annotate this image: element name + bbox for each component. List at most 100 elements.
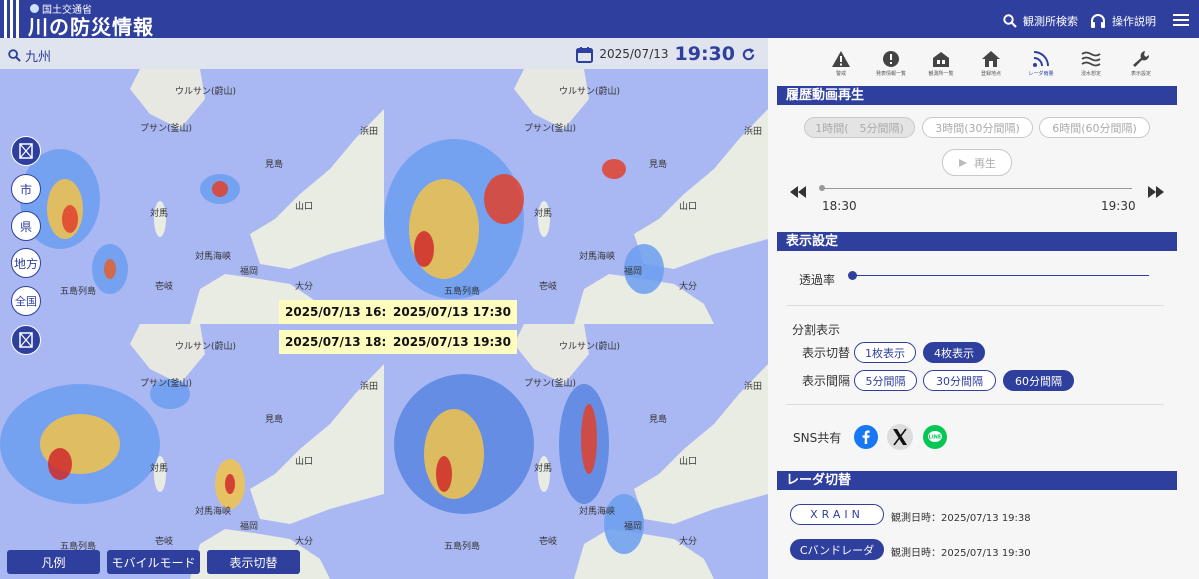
map-place-label: 浜田	[360, 381, 378, 392]
opacity-label: 透過率	[799, 273, 836, 287]
four-view-button[interactable]: 4枚表示	[923, 342, 985, 363]
layer-toggle-icon[interactable]	[11, 136, 41, 166]
mobile-mode-button[interactable]: モバイルモード	[107, 550, 200, 574]
map-place-label: ウルサン(蔚山)	[559, 85, 620, 97]
alert-circle-icon	[883, 51, 899, 67]
home-icon	[982, 51, 1000, 67]
play-button[interactable]: 再生	[942, 149, 1012, 176]
interval-60min-button[interactable]: 60分間隔	[1003, 370, 1074, 391]
legend-button[interactable]: 凡例	[7, 550, 100, 574]
single-view-button[interactable]: 1枚表示	[854, 342, 916, 363]
range-6h-button[interactable]: 6時間(60分間隔)	[1039, 117, 1150, 138]
map-place-label: プサン(釜山)	[524, 122, 576, 134]
tsushima-island	[538, 201, 550, 237]
map-place-label: 対馬	[150, 207, 168, 219]
current-date: 2025/07/13	[599, 47, 669, 61]
radar-panel-2[interactable]: ウルサン(蔚山) プサン(釜山) 見島 浜田 山口 対馬 対馬海峡 壱岐 福岡 大分 五島列島	[384, 69, 768, 324]
radar-map-svg: ウルサン(蔚山)プサン(釜山)見島浜田山口対馬対馬海峡壱岐福岡大分五島列島	[384, 69, 768, 324]
range-3h-button[interactable]: 3時間(30分間隔)	[922, 117, 1033, 138]
zoom-city-button[interactable]: 市	[11, 174, 41, 204]
radar-panel-1[interactable]: ウルサン(蔚山) プサン(釜山) 見島 浜田 山口 対馬 対馬海峡 壱岐 福岡 大分 五島列島	[0, 69, 384, 324]
map-place-label: 浜田	[360, 126, 378, 137]
map-place-label: 見島	[265, 158, 283, 170]
rain-echo	[104, 259, 116, 279]
site-title[interactable]: 川の防災情報	[28, 11, 154, 40]
opacity-slider-track[interactable]	[850, 275, 1149, 276]
radar-map-svg: ウルサン(蔚山)プサン(釜山)見島浜田山口対馬対馬海峡壱岐福岡大分五島列島	[0, 324, 384, 579]
facebook-icon[interactable]	[854, 425, 878, 449]
radar-panel-3[interactable]: ウルサン(蔚山) プサン(釜山) 見島 浜田 山口 対馬 対馬海峡 壱岐 福岡 大分 五島列島	[0, 324, 384, 579]
x-twitter-icon[interactable]	[887, 424, 913, 450]
help-button[interactable]: 操作説明	[1090, 13, 1156, 29]
cband-radar-button[interactable]: Cバンドレーダ	[790, 539, 884, 560]
datetime-display: 2025/07/13 19:30	[576, 43, 756, 65]
line-icon[interactable]: LINE	[923, 425, 947, 449]
registered-point-tool[interactable]: 登録地点	[966, 50, 1016, 77]
rain-echo	[48, 448, 72, 480]
timeline-end-time: 19:30	[1101, 199, 1136, 213]
display-settings-tool[interactable]: 表示設定	[1116, 50, 1166, 77]
radar-panel-4[interactable]: ウルサン(蔚山) プサン(釜山) 見島 浜田 山口 対馬 対馬海峡 壱岐 福岡 大分 五島列島	[384, 324, 768, 579]
zoom-region-button[interactable]: 地方	[11, 248, 41, 278]
headset-icon	[1091, 14, 1105, 28]
app-header: 国土交通省 川の防災情報 観測所検索 操作説明	[0, 0, 1199, 40]
interval-30min-button[interactable]: 30分間隔	[923, 370, 996, 391]
rain-echo	[581, 404, 597, 474]
region-search[interactable]: 九州	[8, 46, 51, 65]
map-place-label: 山口	[295, 201, 313, 212]
map-place-label: 大分	[679, 535, 697, 547]
map-place-label: 浜田	[744, 126, 762, 137]
map-place-label: 五島列島	[444, 285, 480, 297]
timeline-track[interactable]	[821, 188, 1132, 189]
fast-forward-icon[interactable]	[1148, 186, 1164, 198]
map-place-label: プサン(釜山)	[524, 377, 576, 389]
opacity-slider-handle[interactable]	[848, 271, 857, 280]
map-place-label: 壱岐	[539, 535, 557, 547]
search-icon	[8, 49, 21, 62]
flood-assumption-tool[interactable]: 浸水想定	[1066, 50, 1116, 77]
announcement-tool[interactable]: 発表情報一覧	[866, 50, 916, 77]
waves-icon	[1081, 51, 1101, 67]
map-place-label: ウルサン(蔚山)	[559, 340, 620, 352]
map-place-label: 浜田	[744, 381, 762, 392]
map-place-label: 対馬海峡	[579, 505, 615, 517]
display-section-header: 表示設定	[777, 232, 1177, 251]
region-name: 九州	[25, 50, 52, 65]
map-place-label: 壱岐	[155, 280, 173, 292]
map-area[interactable]: 九州 2025/07/13 19:30 ウルサン(蔚山) プサン(釜山) 見島 浜田山…	[0, 38, 768, 579]
rewind-icon[interactable]	[790, 186, 806, 198]
refresh-icon[interactable]	[741, 47, 756, 62]
hamburger-menu-icon[interactable]	[1173, 14, 1189, 26]
map-place-label: 対馬	[534, 462, 552, 474]
radar-map-svg: ウルサン(蔚山)プサン(釜山)見島浜田山口対馬対馬海峡壱岐福岡大分五島列島	[384, 324, 768, 579]
map-place-label: プサン(釜山)	[140, 122, 192, 134]
map-place-label: 見島	[649, 413, 667, 425]
radar-icon	[1033, 51, 1049, 67]
station-search-button[interactable]: 観測所検索	[1003, 13, 1078, 29]
rain-echo	[424, 409, 484, 499]
map-place-label: 五島列島	[444, 540, 480, 552]
logo-stripes	[4, 0, 22, 38]
timeline-handle[interactable]	[819, 185, 825, 191]
display-switch-button[interactable]: 表示切替	[207, 550, 300, 574]
zoom-prefecture-button[interactable]: 県	[11, 211, 41, 241]
calendar-icon[interactable]	[576, 46, 594, 63]
zoom-nation-button[interactable]: 全国	[11, 286, 41, 316]
map-place-label: 対馬	[150, 462, 168, 474]
map-place-label: ウルサン(蔚山)	[175, 85, 236, 97]
map-place-label: 壱岐	[155, 535, 173, 547]
interval-5min-button[interactable]: 5分間隔	[854, 370, 917, 391]
station-list-tool[interactable]: 観測所一覧	[916, 50, 966, 77]
radar-section-header: レーダ切替	[777, 471, 1177, 490]
map-place-label: 山口	[679, 456, 697, 467]
panel-timestamp-4: 2025/07/13 19:30	[387, 330, 517, 354]
range-1h-button[interactable]: 1時間( 5分間隔)	[804, 117, 915, 138]
map-place-label: ウルサン(蔚山)	[175, 340, 236, 352]
radar-rainfall-tool[interactable]: レーダ雨量	[1016, 50, 1066, 77]
xrain-observation-time: 観測日時：2025/07/13 19:38	[891, 513, 1031, 524]
play-icon	[959, 158, 967, 167]
warning-tool[interactable]: 警戒	[816, 50, 866, 77]
xrain-button[interactable]: XRAIN	[790, 504, 884, 525]
layer-toggle-icon-2[interactable]	[11, 325, 41, 355]
map-place-label: 対馬海峡	[195, 505, 231, 517]
